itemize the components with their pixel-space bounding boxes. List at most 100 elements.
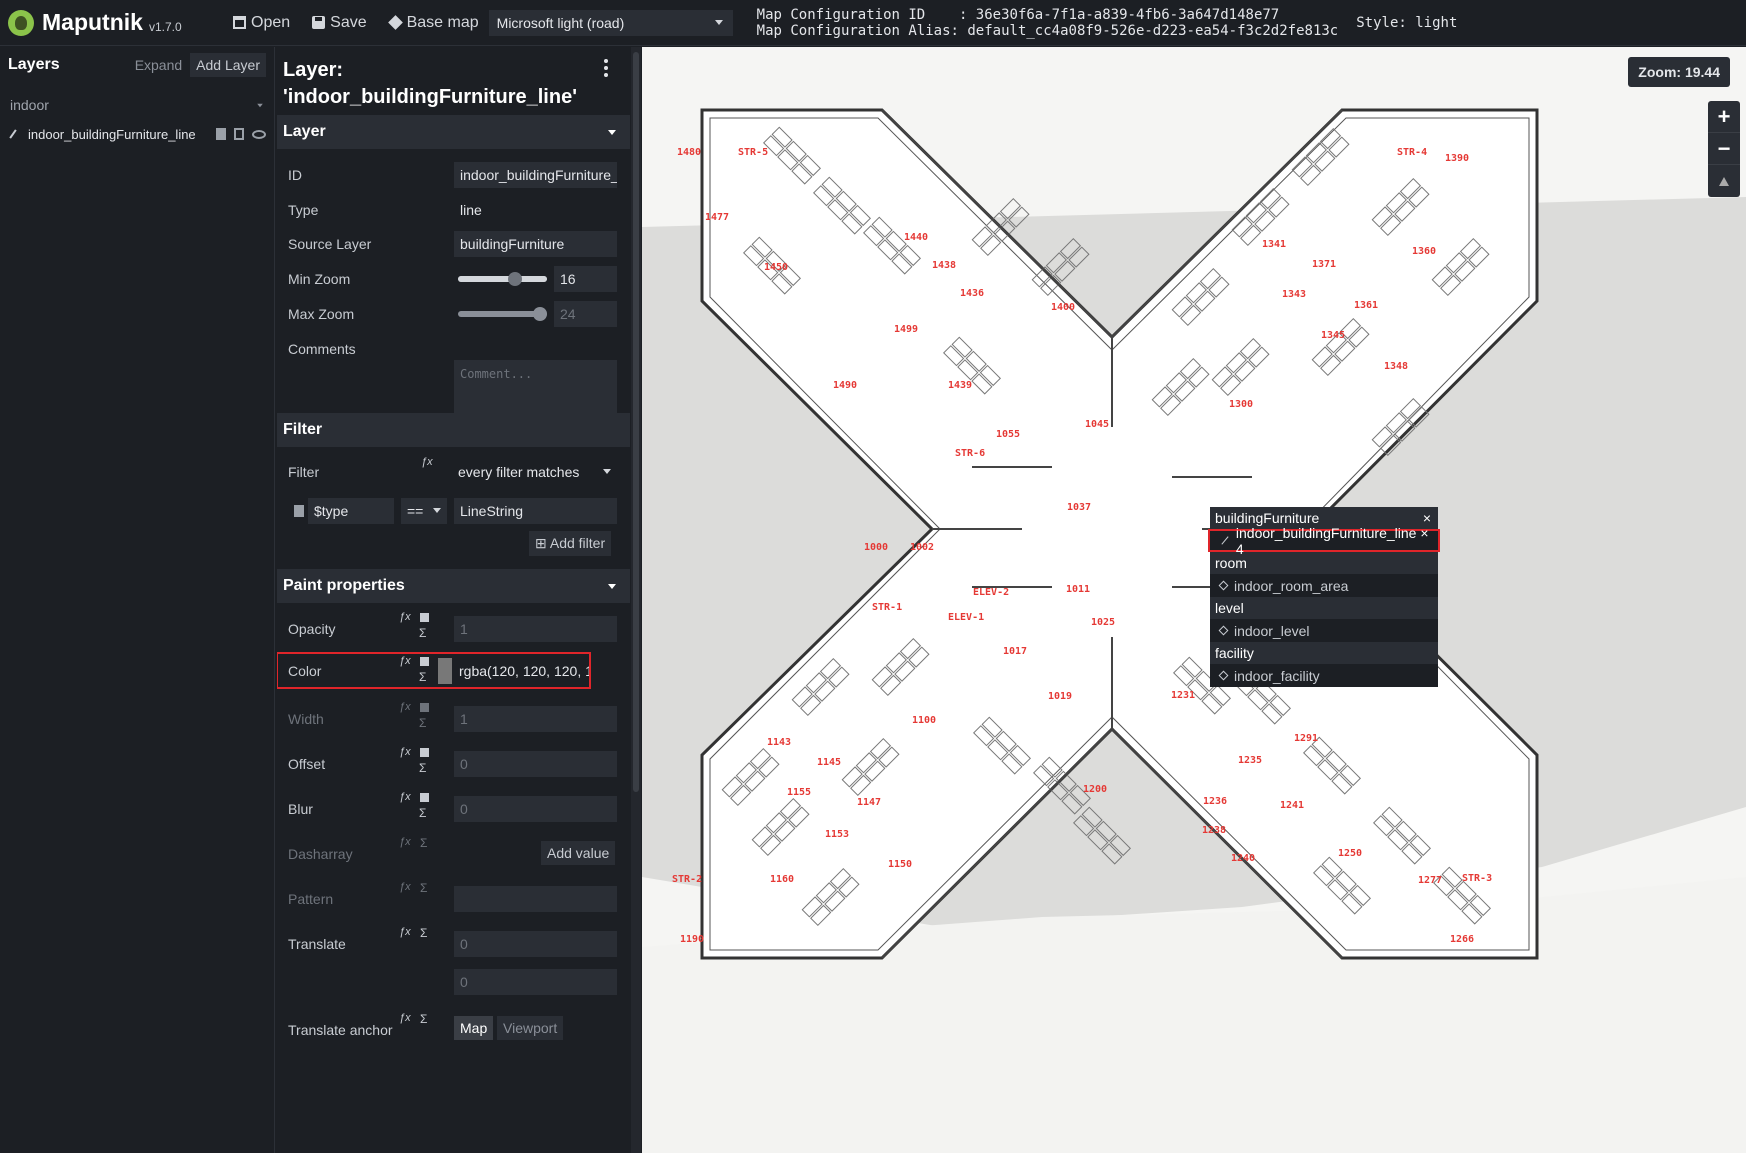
translate-y-input[interactable]: 0 [454,968,617,995]
room-label: STR-3 [1462,873,1492,884]
open-button[interactable]: Open [233,14,290,32]
paint-section-header[interactable]: Paint properties [277,569,630,603]
min-zoom-input[interactable]: 16 [554,265,617,292]
compass-button[interactable] [1708,165,1740,197]
layer-group-indoor[interactable]: indoor [0,93,274,117]
more-menu-icon[interactable] [604,59,608,77]
blur-input[interactable]: 0 [454,795,617,822]
color-input[interactable]: rgba(120, 120, 120, 1) [453,658,589,684]
filter-value-input[interactable]: LineString [454,497,617,524]
basemap-select[interactable]: Microsoft light (road) [488,9,733,36]
zoom-in-button[interactable]: + [1708,101,1740,133]
function-icon[interactable]: ƒx [399,655,411,667]
function-icon[interactable]: ƒx [399,926,411,938]
sigma-icon[interactable]: Σ [420,881,427,895]
sigma-icon[interactable]: Σ [420,926,427,940]
anchor-map-button[interactable]: Map [454,1016,494,1040]
add-filter-button[interactable]: ⊞ Add filter [529,531,612,556]
sigma-icon[interactable]: Σ [420,836,427,850]
room-label: 1236 [1203,796,1227,807]
popup-layer-item[interactable]: indoor_level [1210,619,1438,642]
zoom-function-icon[interactable] [420,657,429,666]
function-icon[interactable]: ƒx [399,611,411,623]
sigma-icon[interactable]: Σ [420,1012,427,1026]
duplicate-icon[interactable] [234,128,244,140]
max-zoom-slider[interactable] [458,306,547,321]
zoom-function-icon[interactable] [420,793,429,802]
function-icon[interactable]: ƒx [399,791,411,803]
zoom-function-icon[interactable] [420,613,429,622]
translate-x-input[interactable]: 0 [454,930,617,957]
room-label: 1238 [1202,825,1226,836]
translate-anchor-row: Translate anchor ƒx Σ Map Viewport [277,1010,630,1049]
app-logo[interactable]: Maputnik v1.7.0 [8,9,233,36]
blur-row: Blur ƒx Σ 0 [277,789,630,828]
function-icon[interactable]: ƒx [399,746,411,758]
comments-textarea[interactable]: Comment... [454,360,617,437]
room-label: 1011 [1066,584,1090,595]
filter-operator-select[interactable]: == [401,497,447,524]
filter-key-input[interactable]: $type [308,497,394,524]
sigma-icon[interactable]: Σ [419,626,426,640]
function-icon[interactable]: ƒx [421,456,433,468]
max-zoom-input[interactable]: 24 [554,300,617,327]
title-line-2: 'indoor_buildingFurniture_line' [283,86,577,108]
room-label: 1235 [1238,755,1262,766]
layer-section-header[interactable]: Layer [277,115,630,149]
zoom-function-icon[interactable] [420,748,429,757]
zoom-out-button[interactable]: − [1708,133,1740,165]
color-swatch[interactable] [438,658,452,684]
layer-editor-title: Layer: 'indoor_buildingFurniture_line' [277,47,630,111]
min-zoom-slider[interactable] [458,271,547,286]
function-icon[interactable]: ƒx [399,881,411,893]
room-label: 1400 [1051,302,1075,313]
visibility-eye-icon[interactable] [252,129,266,139]
id-input[interactable]: indoor_buildingFurniture_line [454,161,617,188]
room-label: 1190 [680,934,704,945]
popup-layer-item[interactable]: indoor_facility [1210,664,1438,687]
config-alias: Map Configuration Alias: default_cc4a08f… [756,22,1339,39]
layer-item[interactable]: indoor_buildingFurniture_line [0,121,274,147]
sigma-icon[interactable]: Σ [419,806,426,820]
anchor-viewport-button[interactable]: Viewport [497,1016,564,1040]
save-button[interactable]: Save [312,14,367,32]
color-row: Color ƒx Σ rgba(120, 120, 120, 1) [277,651,630,690]
popup-layer-item[interactable]: indoor_room_area [1210,574,1438,597]
function-icon[interactable]: ƒx [399,701,411,713]
map-canvas[interactable]: 1480 STR-5 1477 1450 1440 1438 1436 1499 1490 143… [642,47,1746,1153]
width-input[interactable]: 1 [454,705,617,732]
id-row: ID indoor_buildingFurniture_line [277,155,630,194]
room-label: 1348 [1384,361,1408,372]
width-label: Width [288,710,324,727]
sigma-icon[interactable]: Σ [419,716,426,730]
sigma-icon[interactable]: Σ [419,670,426,684]
basemap-label: Base map [406,13,479,31]
expand-button[interactable]: Expand [135,57,182,73]
basemap-selected: Microsoft light (road) [496,14,625,31]
delete-icon[interactable] [216,128,226,140]
filter-condition-row: $type == LineString [277,491,630,530]
min-zoom-row: Min Zoom 16 [277,259,630,298]
open-icon [233,16,246,29]
delete-icon[interactable] [294,504,304,517]
room-label: 1153 [825,829,849,840]
add-value-button[interactable]: Add value [541,841,616,865]
offset-input[interactable]: 0 [454,750,617,777]
max-zoom-row: Max Zoom 24 [277,294,630,333]
add-layer-button[interactable]: Add Layer [190,53,266,77]
translate-anchor-label: Translate anchor [288,1021,393,1038]
function-icon[interactable]: ƒx [399,836,411,848]
basemap-button[interactable]: Base map [387,13,479,32]
opacity-input[interactable]: 1 [454,615,617,642]
zoom-function-icon[interactable] [420,703,429,712]
popup-layer-item[interactable]: indoor_buildingFurniture_line × 4 [1208,525,1440,557]
source-layer-input[interactable]: buildingFurniture [454,230,617,257]
room-label: 1002 [910,542,934,553]
pattern-input[interactable] [454,885,617,912]
sigma-icon[interactable]: Σ [419,761,426,775]
function-icon[interactable]: ƒx [399,1012,411,1024]
room-label: 1436 [960,288,984,299]
editor-scrollbar-thumb[interactable] [633,52,639,792]
offset-label: Offset [288,755,326,772]
filter-mode[interactable]: every filter matches [458,464,579,480]
